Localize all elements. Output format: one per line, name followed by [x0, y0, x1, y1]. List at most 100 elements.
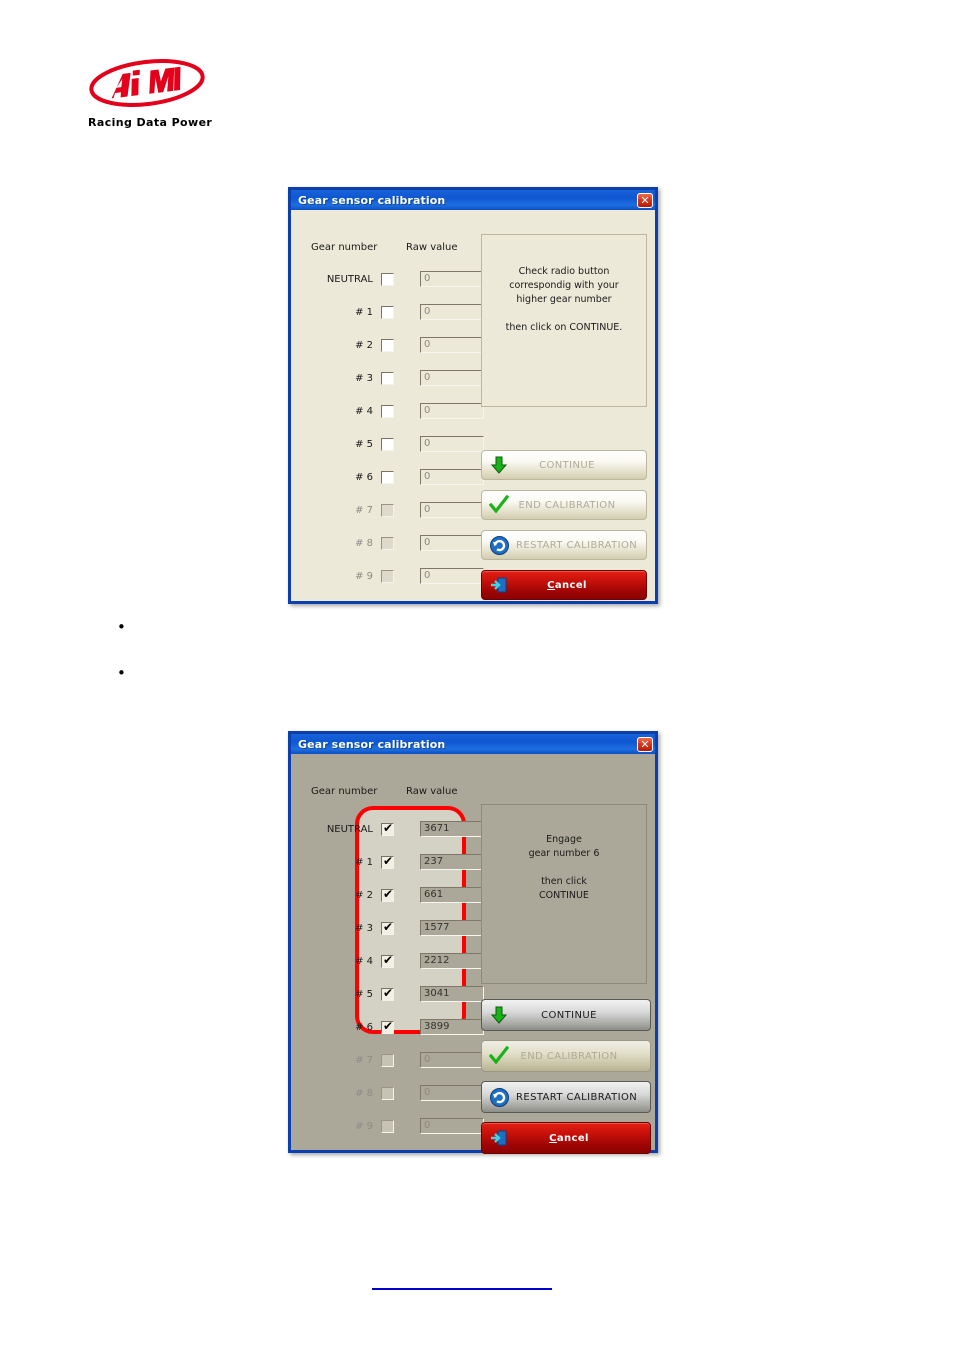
gear-row-raw-value-field[interactable]: 0	[420, 304, 484, 320]
cancel-accel: C	[547, 579, 555, 591]
checkmark-icon: ✔	[383, 886, 394, 901]
gear-row-label: # 8	[355, 537, 373, 549]
checkmark-icon: ✔	[383, 952, 394, 967]
dialog-title: Gear sensor calibration	[298, 737, 446, 751]
gear-row-label: NEUTRAL	[326, 823, 373, 835]
green-check-icon	[482, 1046, 516, 1066]
dialog-titlebar[interactable]: Gear sensor calibration ✕	[291, 734, 655, 754]
gear-row-label: # 8	[355, 1087, 373, 1099]
close-icon[interactable]: ✕	[637, 192, 653, 208]
restart-calibration-button[interactable]: RESTART CALIBRATION	[481, 1081, 651, 1113]
gear-row-label: # 9	[355, 1120, 373, 1132]
gear-row-checkbox[interactable]	[381, 536, 394, 550]
gear-row-checkbox[interactable]	[381, 1086, 394, 1100]
cancel-button[interactable]: Cancel	[481, 1122, 651, 1154]
gear-row-label: # 3	[355, 372, 373, 384]
gear-row-checkbox[interactable]: ✔	[381, 985, 394, 1001]
gear-row-raw-value-field[interactable]: 0	[420, 1085, 484, 1101]
gear-row-raw-value-field[interactable]: 3041	[420, 986, 484, 1002]
gear-row-raw-value-field[interactable]: 0	[420, 1118, 484, 1134]
restart-calibration-button[interactable]: RESTART CALIBRATION	[481, 530, 647, 560]
gear-row-checkbox[interactable]: ✔	[381, 1019, 394, 1034]
gear-row-raw-value-field[interactable]: 0	[420, 337, 484, 353]
gear-row-checkbox[interactable]: ✔	[381, 952, 394, 968]
gear-row-label: NEUTRAL	[326, 273, 373, 285]
column-header-gear-number: Gear number	[311, 242, 378, 253]
gear-row-raw-value-field[interactable]: 0	[420, 568, 484, 584]
cancel-accel: C	[549, 1132, 557, 1144]
dialog-client-area: Gear number Raw value NEUTRAL 0 # 1 0 # 2 0 # …	[291, 210, 655, 601]
gear-row-checkbox[interactable]	[381, 305, 394, 319]
restart-calibration-button-label: RESTART CALIBRATION	[516, 539, 638, 551]
gear-row-raw-value-field[interactable]: 661	[420, 887, 484, 903]
gear-sensor-calibration-dialog-top: Gear sensor calibration ✕ Gear number Ra…	[288, 187, 658, 604]
gear-row-raw-value-field[interactable]: 0	[420, 370, 484, 386]
end-calibration-button-label: END CALIBRATION	[520, 1050, 618, 1062]
gear-row-label: # 6	[355, 1021, 373, 1033]
column-header-raw-value: Raw value	[406, 242, 458, 253]
aim-logo-mark	[88, 58, 206, 108]
gear-row-label: # 4	[355, 405, 373, 417]
gear-row-raw-value-field[interactable]: 0	[420, 1052, 484, 1068]
end-calibration-button[interactable]: END CALIBRATION	[481, 1040, 651, 1072]
dialog-titlebar[interactable]: Gear sensor calibration ✕	[291, 190, 655, 210]
gear-row-raw-value-field[interactable]: 0	[420, 502, 484, 518]
continue-button-label: CONTINUE	[539, 459, 595, 471]
continue-button-label: CONTINUE	[541, 1009, 597, 1021]
gear-row-checkbox[interactable]: ✔	[381, 820, 394, 836]
end-calibration-button-label: END CALIBRATION	[518, 499, 616, 511]
close-icon[interactable]: ✕	[637, 736, 653, 752]
gear-row-checkbox[interactable]	[381, 569, 394, 583]
gear-row-checkbox[interactable]	[381, 437, 394, 451]
checkmark-icon: ✔	[383, 820, 394, 835]
green-down-arrow-icon	[482, 1005, 516, 1025]
gear-row-raw-value-field[interactable]: 0	[420, 271, 484, 287]
checkmark-icon: ✔	[383, 985, 394, 1000]
gear-row-raw-value-field[interactable]: 237	[420, 854, 484, 870]
footer-divider	[372, 1288, 552, 1290]
instruction-panel: Engage gear number 6 then click CONTINUE	[481, 804, 647, 984]
bullet-item-1: •	[117, 620, 126, 635]
gear-row-label: # 2	[355, 339, 373, 351]
aim-logo-tagline: Racing Data Power	[88, 116, 213, 129]
gear-row-raw-value-field[interactable]: 0	[420, 403, 484, 419]
column-header-gear-number: Gear number	[311, 786, 378, 797]
gear-row-label: # 6	[355, 471, 373, 483]
gear-row-raw-value-field[interactable]: 0	[420, 436, 484, 452]
gear-row-checkbox[interactable]	[381, 1119, 394, 1133]
gear-row-checkbox[interactable]	[381, 404, 394, 418]
bullet-item-2: •	[117, 666, 126, 681]
gear-row-checkbox[interactable]	[381, 371, 394, 385]
gear-row-checkbox[interactable]	[381, 272, 394, 286]
gear-row-checkbox[interactable]	[381, 1053, 394, 1067]
gear-row-raw-value-field[interactable]: 2212	[420, 953, 484, 969]
checkmark-icon: ✔	[383, 853, 394, 868]
dialog-client-area: Gear number Raw value NEUTRAL ✔ 3671 # 1 ✔ 23…	[291, 754, 655, 1154]
gear-row-raw-value-field[interactable]: 3899	[420, 1019, 484, 1035]
green-down-arrow-icon	[482, 455, 516, 475]
gear-row-raw-value-field[interactable]: 0	[420, 469, 484, 485]
gear-row-checkbox[interactable]: ✔	[381, 886, 394, 902]
gear-row-checkbox[interactable]: ✔	[381, 853, 394, 869]
continue-button[interactable]: CONTINUE	[481, 999, 651, 1031]
gear-row-raw-value-field[interactable]: 3671	[420, 821, 484, 837]
gear-row-checkbox[interactable]	[381, 470, 394, 484]
gear-row-label: # 4	[355, 955, 373, 967]
bullet-marker: •	[117, 664, 126, 682]
bullet-marker: •	[117, 618, 126, 636]
gear-row-checkbox[interactable]	[381, 503, 394, 517]
blue-refresh-icon	[482, 535, 516, 556]
gear-row-label: # 9	[355, 570, 373, 582]
gear-row-checkbox[interactable]	[381, 338, 394, 352]
gear-row-label: # 5	[355, 438, 373, 450]
continue-button[interactable]: CONTINUE	[481, 450, 647, 480]
gear-row-checkbox[interactable]: ✔	[381, 920, 394, 935]
end-calibration-button[interactable]: END CALIBRATION	[481, 490, 647, 520]
gear-row-label: # 7	[355, 504, 373, 516]
gear-row-raw-value-field[interactable]: 1577	[420, 920, 484, 936]
cancel-button[interactable]: Cancel	[481, 570, 647, 600]
gear-row-label: # 5	[355, 988, 373, 1000]
gear-row-raw-value-field[interactable]: 0	[420, 535, 484, 551]
aim-logo: Racing Data Power	[88, 58, 268, 129]
cancel-rest: ancel	[556, 1132, 589, 1144]
